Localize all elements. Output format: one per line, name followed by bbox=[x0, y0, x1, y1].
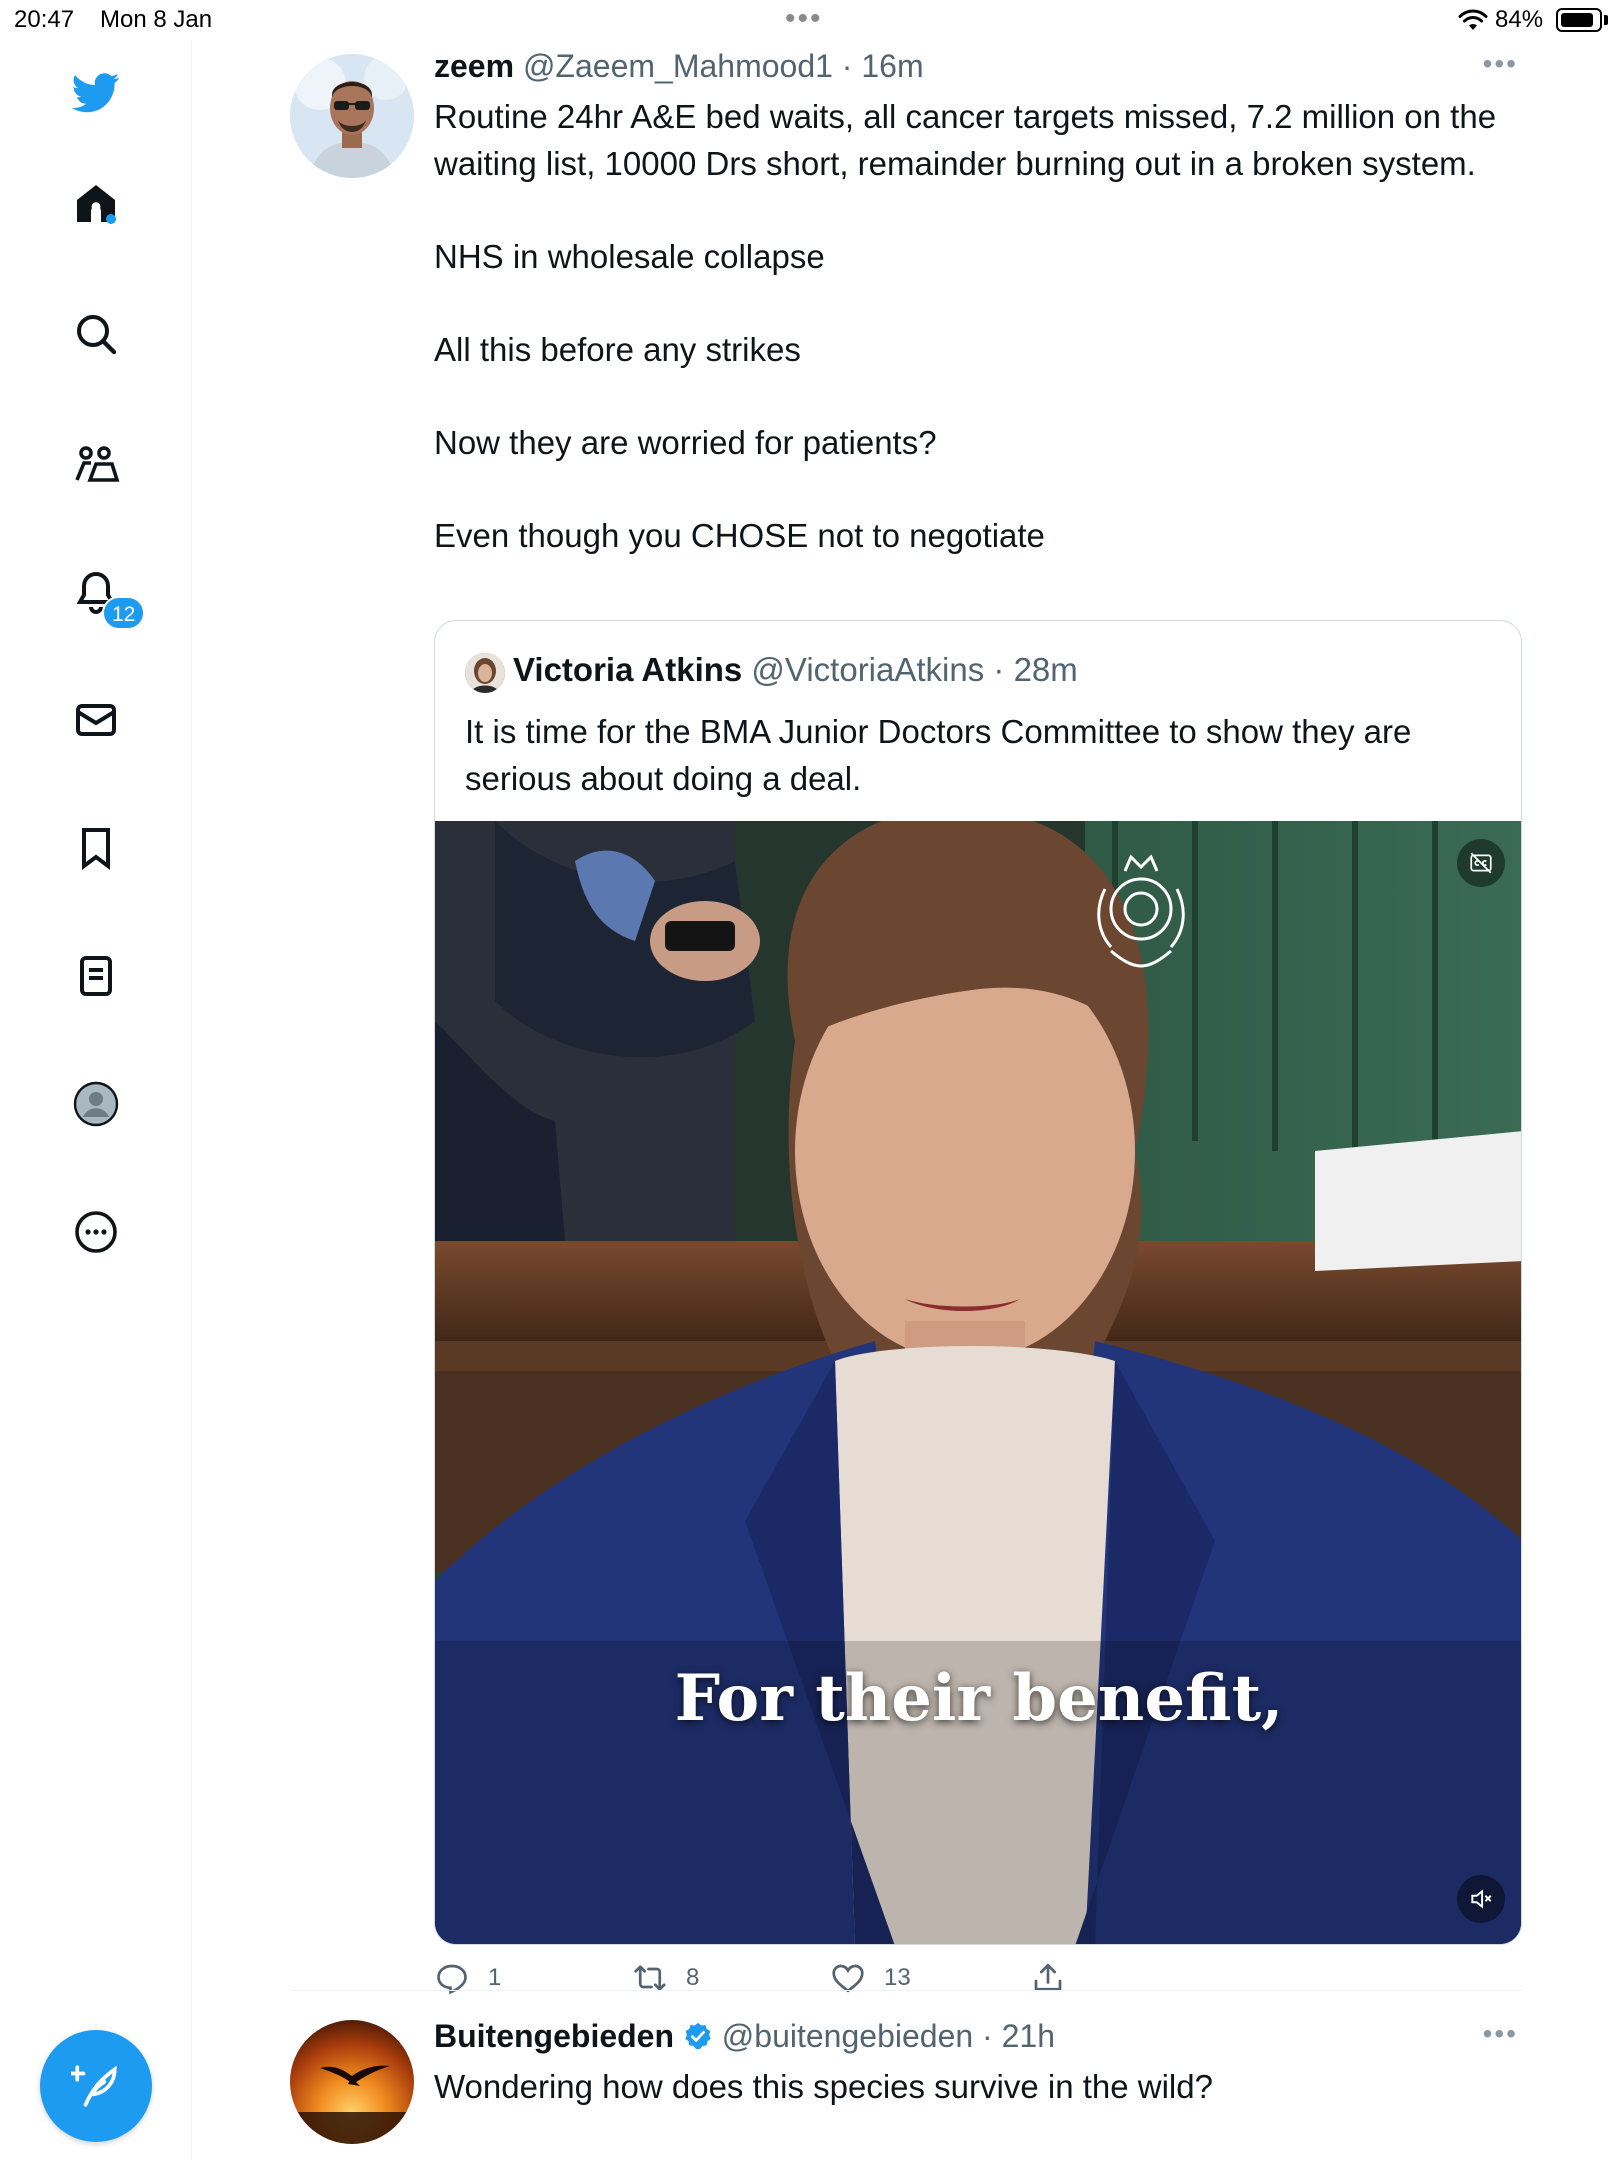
quoted-tweet-text: It is time for the BMA Junior Doctors Co… bbox=[465, 713, 1412, 797]
quoted-tweet-header: Victoria Atkins @VictoriaAtkins · 28m bbox=[513, 651, 1078, 688]
author-name[interactable]: Buitengebieden bbox=[434, 2018, 674, 2054]
twitter-logo-icon[interactable] bbox=[68, 64, 124, 120]
tweet-text-line: All this before any strikes bbox=[434, 330, 801, 368]
wifi-icon bbox=[1458, 9, 1488, 30]
tweet[interactable]: zeem @Zaeem_Mahmood1 · 16m ••• Routine 2… bbox=[290, 40, 1522, 2030]
author-handle[interactable]: @buitengebieden bbox=[722, 2018, 973, 2054]
tweet-text-line: Even though you CHOSE not to negotiate bbox=[434, 516, 1045, 554]
feather-plus-icon bbox=[71, 2065, 117, 2107]
sidebar-nav: 12 bbox=[0, 40, 192, 2160]
video-caption: For their benefit, bbox=[674, 1661, 1284, 1736]
notifications-badge: 12 bbox=[102, 596, 146, 630]
quoted-author-handle[interactable]: @VictoriaAtkins bbox=[751, 651, 984, 688]
app-screen: 20:47 Mon 8 Jan ••• 84% 12 zeem @Zaeem_M… bbox=[0, 0, 1620, 2160]
tweet[interactable]: Buitengebieden @buitengebieden · 21h •••… bbox=[290, 1992, 1522, 2160]
more-options-icon[interactable]: ••• bbox=[1483, 48, 1518, 80]
status-date: Mon 8 Jan bbox=[100, 6, 213, 33]
more-options-icon[interactable]: ••• bbox=[1483, 2018, 1518, 2050]
multitasking-dots-icon[interactable]: ••• bbox=[785, 2, 823, 36]
tweet-text-line: NHS in wholesale collapse bbox=[434, 237, 825, 275]
tweet-header: zeem @Zaeem_Mahmood1 · 16m bbox=[434, 48, 924, 84]
home-icon[interactable] bbox=[68, 176, 124, 232]
battery-percent: 84% bbox=[1495, 6, 1544, 33]
tweet-header: Buitengebieden @buitengebieden · 21h bbox=[434, 2018, 1055, 2054]
search-icon[interactable] bbox=[68, 306, 124, 362]
bookmark-icon[interactable] bbox=[68, 820, 124, 876]
verified-badge-icon bbox=[685, 2022, 711, 2050]
tweet-text-line bbox=[434, 187, 1514, 234]
tweet-text-line: Routine 24hr A&E bed waits, all cancer t… bbox=[434, 98, 1497, 182]
mail-icon[interactable] bbox=[68, 692, 124, 748]
author-name[interactable]: zeem bbox=[434, 48, 514, 84]
quoted-tweet-time[interactable]: 28m bbox=[1014, 651, 1078, 688]
author-avatar[interactable] bbox=[290, 2020, 414, 2144]
quoted-author-avatar[interactable] bbox=[465, 653, 505, 693]
closed-captions-icon[interactable] bbox=[1457, 839, 1505, 887]
tweet-text-line bbox=[434, 373, 1514, 420]
mute-icon[interactable] bbox=[1457, 1875, 1505, 1923]
tweet-text-line: Now they are worried for patients? bbox=[434, 423, 937, 461]
lists-icon[interactable] bbox=[68, 948, 124, 1004]
status-bar: 20:47 Mon 8 Jan ••• 84% bbox=[0, 0, 1620, 40]
quoted-tweet[interactable]: Victoria Atkins @VictoriaAtkins · 28m It… bbox=[434, 620, 1522, 1945]
reply-count: 1 bbox=[488, 1964, 502, 1991]
like-count: 13 bbox=[884, 1964, 911, 1991]
quoted-author-name[interactable]: Victoria Atkins bbox=[513, 651, 742, 688]
tweet-time[interactable]: 16m bbox=[861, 48, 923, 84]
compose-tweet-button[interactable] bbox=[40, 2030, 152, 2142]
more-icon[interactable] bbox=[68, 1204, 124, 1260]
tweet-time[interactable]: 21h bbox=[1002, 2018, 1055, 2054]
retweet-count: 8 bbox=[686, 1964, 700, 1991]
communities-icon[interactable] bbox=[68, 436, 124, 492]
status-time: 20:47 bbox=[14, 6, 75, 33]
video-player[interactable]: For their benefit, bbox=[435, 821, 1521, 1944]
tweet-divider bbox=[290, 1990, 1522, 1991]
tweet-text-line bbox=[434, 466, 1514, 513]
tweet-text: Wondering how does this species survive … bbox=[434, 2068, 1213, 2105]
battery-icon bbox=[1556, 8, 1602, 32]
author-handle[interactable]: @Zaeem_Mahmood1 bbox=[523, 48, 833, 84]
video-frame bbox=[435, 821, 1521, 1944]
home-unread-dot bbox=[106, 214, 116, 224]
author-avatar[interactable] bbox=[290, 54, 414, 178]
tweet-text: Routine 24hr A&E bed waits, all cancer t… bbox=[434, 94, 1514, 559]
profile-avatar-icon[interactable] bbox=[68, 1076, 124, 1132]
tweet-text-line bbox=[434, 280, 1514, 327]
